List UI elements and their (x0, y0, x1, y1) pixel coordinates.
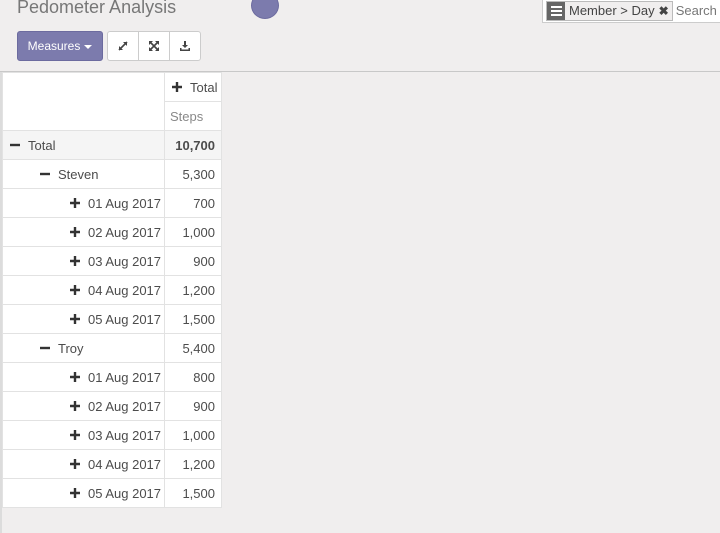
row-header-day[interactable]: 05 Aug 2017 (2, 304, 165, 334)
row-label: 02 Aug 2017 (88, 398, 162, 414)
caret-down-icon (84, 44, 93, 49)
row-label: 01 Aug 2017 (88, 195, 162, 211)
pivot-corner (2, 72, 165, 131)
search-bar[interactable]: Member > Day ✖ (542, 0, 720, 23)
plus-icon (172, 82, 182, 92)
download-icon (180, 41, 190, 51)
groupby-facet[interactable]: Member > Day ✖ (546, 0, 673, 21)
row-header-day[interactable]: 04 Aug 2017 (2, 449, 165, 479)
table-row: 01 Aug 2017 700 (2, 188, 222, 218)
cell-value: 900 (164, 246, 222, 276)
cell-value: 800 (164, 362, 222, 392)
measures-label: Measures (27, 39, 81, 53)
measures-button[interactable]: Measures (17, 31, 103, 61)
table-row: 05 Aug 2017 1,500 (2, 478, 222, 508)
table-row: Total 10,700 (2, 130, 222, 160)
table-row: 04 Aug 2017 1,200 (2, 275, 222, 305)
row-header-member[interactable]: Steven (2, 159, 165, 189)
row-header-day[interactable]: 02 Aug 2017 (2, 391, 165, 421)
pivot-table: Total Steps Total 10,700 Steven 5,300 01… (2, 72, 222, 508)
close-icon[interactable]: ✖ (659, 4, 672, 18)
expand-icon (149, 41, 159, 51)
plus-icon (70, 459, 80, 469)
table-row: 02 Aug 2017 1,000 (2, 217, 222, 247)
row-label: 03 Aug 2017 (88, 253, 162, 269)
row-header-day[interactable]: 02 Aug 2017 (2, 217, 165, 247)
row-label: Troy (58, 340, 84, 356)
plus-icon (70, 285, 80, 295)
row-header-day[interactable]: 04 Aug 2017 (2, 275, 165, 305)
column-header-total[interactable]: Total (164, 72, 222, 102)
cell-value: 1,500 (164, 304, 222, 334)
cell-value: 1,500 (164, 478, 222, 508)
row-label: 05 Aug 2017 (88, 311, 162, 327)
row-label: 03 Aug 2017 (88, 427, 162, 443)
cell-value: 900 (164, 391, 222, 421)
row-label: Steven (58, 166, 99, 182)
table-row: 03 Aug 2017 1,000 (2, 420, 222, 450)
row-header-total[interactable]: Total (2, 130, 165, 160)
minus-icon (10, 143, 20, 147)
plus-icon (70, 401, 80, 411)
column-header-label: Total (190, 79, 218, 95)
row-label: 02 Aug 2017 (88, 224, 162, 240)
page-title: Pedometer Analysis (17, 0, 177, 17)
table-row: 04 Aug 2017 1,200 (2, 449, 222, 479)
download-button[interactable] (169, 31, 201, 61)
row-label: 05 Aug 2017 (88, 485, 162, 501)
expand-all-button[interactable] (138, 31, 170, 61)
cell-value: 5,300 (164, 159, 222, 189)
facet-label: Member > Day (569, 3, 655, 18)
table-row: 01 Aug 2017 800 (2, 362, 222, 392)
cell-value: 1,000 (164, 420, 222, 450)
plus-icon (70, 488, 80, 498)
row-label: 04 Aug 2017 (88, 456, 162, 472)
plus-icon (70, 314, 80, 324)
row-header-day[interactable]: 05 Aug 2017 (2, 478, 165, 508)
cell-value: 1,000 (164, 217, 222, 247)
cell-value: 10,700 (164, 130, 222, 160)
pivot-view: Pedometer Analysis Member > Day ✖ Measur… (0, 0, 720, 533)
search-input[interactable] (675, 3, 720, 18)
table-row: 03 Aug 2017 900 (2, 246, 222, 276)
row-header-member[interactable]: Troy (2, 333, 165, 363)
table-row: Steven 5,300 (2, 159, 222, 189)
row-header-day[interactable]: 03 Aug 2017 (2, 246, 165, 276)
plus-icon (70, 256, 80, 266)
pivot-actions (107, 31, 201, 61)
cell-value: 1,200 (164, 275, 222, 305)
plus-icon (70, 198, 80, 208)
table-row: 05 Aug 2017 1,500 (2, 304, 222, 334)
cell-value: 1,200 (164, 449, 222, 479)
minus-icon (40, 346, 50, 350)
row-header-day[interactable]: 03 Aug 2017 (2, 420, 165, 450)
row-label: Total (28, 137, 56, 153)
table-row: 02 Aug 2017 900 (2, 391, 222, 421)
row-header-day[interactable]: 01 Aug 2017 (2, 362, 165, 392)
table-row: Troy 5,400 (2, 333, 222, 363)
measure-header[interactable]: Steps (164, 101, 222, 131)
loading-indicator (251, 0, 279, 19)
plus-icon (70, 372, 80, 382)
row-label: 04 Aug 2017 (88, 282, 162, 298)
row-header-day[interactable]: 01 Aug 2017 (2, 188, 165, 218)
flip-axis-icon (118, 41, 128, 51)
row-label: 01 Aug 2017 (88, 369, 162, 385)
plus-icon (70, 430, 80, 440)
flip-axis-button[interactable] (107, 31, 139, 61)
cell-value: 5,400 (164, 333, 222, 363)
plus-icon (70, 227, 80, 237)
cell-value: 700 (164, 188, 222, 218)
minus-icon (40, 172, 50, 176)
list-icon (547, 1, 565, 20)
